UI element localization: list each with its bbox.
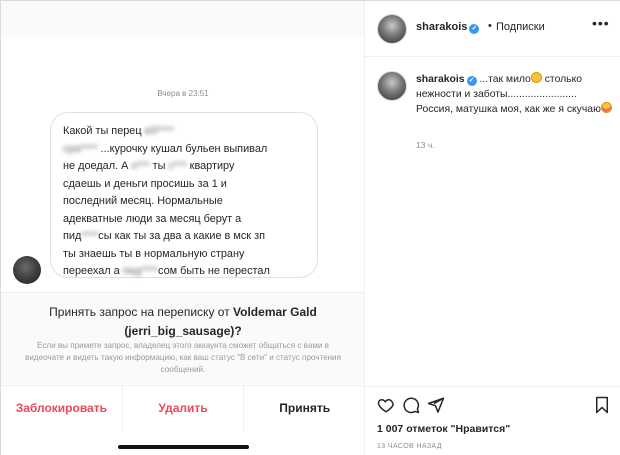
caption-time: 13 ч. [416, 140, 435, 150]
request-title: Принять запрос на переписку от Voldemar … [1, 303, 364, 341]
caption-avatar[interactable] [377, 71, 407, 101]
blurred-word: х*** [131, 160, 150, 172]
delete-button[interactable]: Удалить [123, 386, 245, 430]
sender-avatar[interactable] [13, 256, 41, 284]
blurred-word: еб**** [144, 125, 174, 137]
post-header: sharakois ✓ • Подписки ••• [365, 1, 620, 57]
dm-request-screenshot: Вчера в 23:51 Какой ты перец еб**** сра**… [1, 1, 365, 455]
heart-eyes-emoji-icon [600, 102, 612, 113]
message-line: пид****сы как ты за два а какие в мск зп [63, 228, 305, 246]
likes-count[interactable]: 1 007 отметок "Нравится" [377, 423, 510, 435]
request-info: Если вы примете запрос, владелец этого а… [25, 341, 341, 374]
message-line: последний месяц. Нормальные [63, 193, 305, 211]
post-caption: sharakois ✓ ...так мило столько нежности … [416, 72, 614, 118]
profile-avatar[interactable] [377, 14, 407, 44]
message-text: ...курочку кушал бульен выпивал [97, 142, 268, 155]
verified-badge-icon: ✓ [469, 24, 480, 34]
comment-icon[interactable] [402, 396, 420, 414]
message-text: переехал а [63, 265, 123, 277]
page: Вчера в 23:51 Какой ты перец еб**** сра**… [0, 0, 620, 455]
caption-text-1: ...так мило [476, 74, 531, 85]
caption-username[interactable]: sharakois [416, 74, 465, 85]
following-button[interactable]: Подписки [496, 21, 545, 33]
sender-handle: (jerri_big_sausage)? [124, 324, 242, 338]
message-text: сом быть не перестал [158, 265, 270, 277]
home-indicator [118, 445, 249, 449]
block-button[interactable]: Заблокировать [1, 386, 123, 430]
accept-button[interactable]: Принять [244, 386, 364, 430]
message-text: квартиру [186, 160, 235, 172]
message-line: переехал а пид****сом быть не перестал [63, 263, 305, 281]
message-text: ты [149, 160, 169, 172]
top-band [1, 1, 364, 37]
message-text: пид [63, 230, 82, 242]
blurred-word: **** [81, 230, 99, 242]
message-line: Какой ты перец еб**** [63, 123, 305, 141]
more-options-icon[interactable]: ••• [592, 15, 610, 31]
request-actions: Заблокировать Удалить Принять [1, 385, 364, 430]
smile-emoji-icon [530, 72, 542, 83]
bookmark-icon[interactable] [593, 396, 611, 414]
message-line: не доедал. А х*** ты с*** квартиру [63, 158, 305, 176]
message-line: адекватные люди за месяц берут а [63, 211, 305, 229]
post-date: 13 часов назад [377, 443, 442, 450]
message-text: не доедал. А [63, 160, 132, 172]
share-icon[interactable] [427, 396, 445, 414]
blurred-word: пид**** [122, 265, 159, 277]
caption-text-3: Россия, матушка моя, как же я скучаю [416, 104, 601, 115]
blurred-word: сра**** [63, 142, 98, 155]
separator-dot: • [488, 20, 492, 32]
message-line: сра**** ...курочку кушал бульен выпивал [63, 141, 305, 159]
blurred-word: с*** [168, 160, 187, 172]
profile-username[interactable]: sharakois ✓ [416, 21, 480, 34]
heart-icon[interactable] [377, 396, 395, 414]
message-text: ты знаешь ты в нормальную страну [63, 247, 245, 260]
verified-badge-icon: ✓ [466, 76, 477, 86]
message-text: Какой ты перец [63, 125, 145, 137]
message-line: ты знаешь ты в нормальную страну [63, 246, 305, 264]
request-title-prefix: Принять запрос на переписку от [49, 305, 234, 319]
sender-name: Voldemar Gald [233, 305, 317, 319]
message-text: последний месяц. Нормальные [63, 195, 223, 207]
message-timestamp: Вчера в 23:51 [157, 89, 209, 98]
message-text: адекватные люди за месяц берут а [63, 212, 242, 225]
message-line: сдаешь и деньги просишь за 1 и [63, 176, 305, 194]
message-text: сы как ты за два а какие в мск зп [98, 230, 265, 242]
message-text: сдаешь и деньги просишь за 1 и [63, 177, 227, 190]
message-bubble: Какой ты перец еб**** сра**** ...курочку … [50, 112, 318, 278]
post-panel: sharakois ✓ • Подписки ••• sharakois ✓ ...… [365, 1, 620, 455]
